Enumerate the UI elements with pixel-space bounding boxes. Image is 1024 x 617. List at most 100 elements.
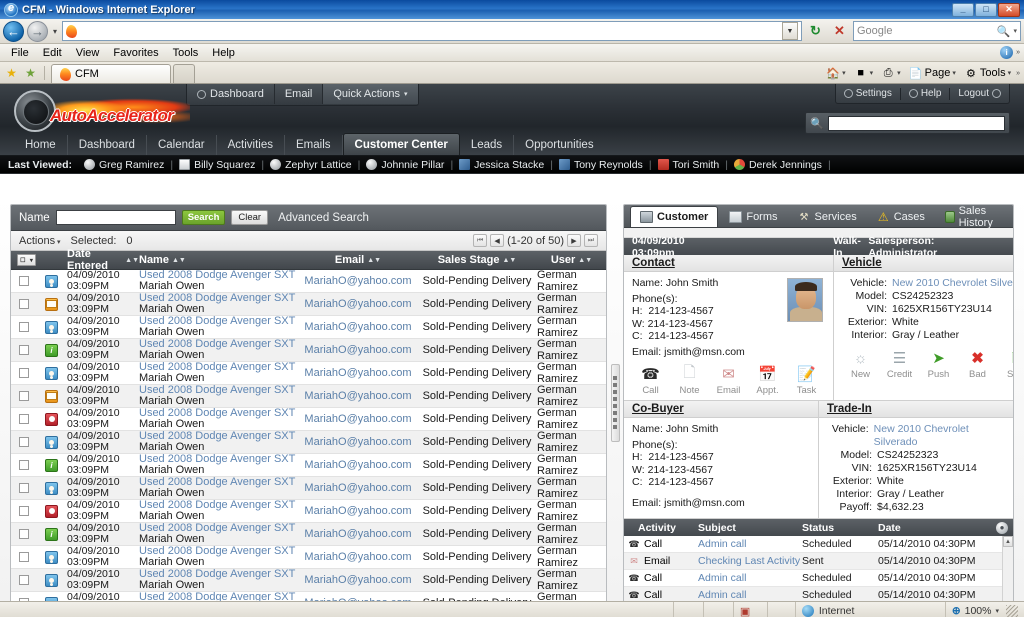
activity-subject-cell[interactable]: Admin call <box>698 589 802 601</box>
activity-subject-cell[interactable]: Checking Last Activity <box>698 555 802 567</box>
logout-button[interactable]: Logout <box>950 85 1009 103</box>
maximize-button[interactable]: □ <box>975 2 997 17</box>
browser-search-input[interactable]: Google 🔍 ▾ <box>853 21 1021 41</box>
clear-button[interactable]: Clear <box>231 210 269 225</box>
row-checkbox[interactable] <box>11 345 45 355</box>
activity-subject-cell[interactable]: Admin call <box>698 538 802 550</box>
activity-column-subject[interactable]: Subject <box>698 522 802 534</box>
row-name-cell[interactable]: Used 2008 Dodge Avenger SXTMariah Owen <box>139 568 299 592</box>
menu-overflow-icon[interactable]: » <box>1016 49 1020 56</box>
last-viewed-item-5[interactable]: Tony Reynolds <box>553 159 649 171</box>
vehicle-action-sold[interactable]: ⚑Sold <box>998 348 1013 380</box>
messenger-icon[interactable]: i <box>1000 46 1014 59</box>
last-viewed-item-0[interactable]: Greg Ramirez <box>78 159 170 171</box>
vehicle-value-0[interactable]: New 2010 Chevrolet Silverado <box>892 277 1013 290</box>
menu-view[interactable]: View <box>69 44 107 62</box>
row-checkbox[interactable] <box>11 299 45 309</box>
column-date-entered[interactable]: Date Entered ▲▼ <box>67 248 139 272</box>
row-name-cell[interactable]: Used 2008 Dodge Avenger SXTMariah Owen <box>139 499 299 523</box>
row-email-cell[interactable]: MariahO@yahoo.com <box>299 367 417 379</box>
row-email-cell[interactable]: MariahO@yahoo.com <box>299 505 417 517</box>
menu-edit[interactable]: Edit <box>36 44 69 62</box>
row-checkbox[interactable] <box>11 483 45 493</box>
column-sales-stage[interactable]: Sales Stage ▲▼ <box>417 254 537 266</box>
row-email-cell[interactable]: MariahO@yahoo.com <box>299 321 417 333</box>
tradein-value-0[interactable]: New 2010 Chevrolet Silverado <box>874 423 1005 449</box>
table-row[interactable]: i 04/09/2010 03:09PM Used 2008 Dodge Avenge… <box>11 453 606 477</box>
tab-customer[interactable]: Customer <box>630 206 719 227</box>
page-menu-button[interactable]: 📄 Page ▾ <box>906 66 959 80</box>
table-row[interactable]: 04/09/201003:09PMUsed 2008 Dodge Avenger… <box>11 270 606 293</box>
sidebar-item-opportunities[interactable]: Opportunities <box>514 135 604 155</box>
row-email-cell[interactable]: MariahO@yahoo.com <box>299 551 417 563</box>
tools-caret-icon[interactable]: ▾ <box>1008 69 1012 77</box>
table-row[interactable]: 04/09/201003:09PMUsed 2008 Dodge Avenger… <box>11 568 606 592</box>
close-button[interactable]: ✕ <box>998 2 1020 17</box>
splitter-grip[interactable] <box>610 363 620 442</box>
new-tab-button[interactable] <box>173 64 195 83</box>
pager-first-button[interactable]: ⏮ <box>473 234 488 247</box>
app-logo[interactable]: AutoAccelerator <box>14 90 190 132</box>
last-viewed-item-4[interactable]: Jessica Stacke <box>453 159 550 171</box>
row-email-cell[interactable]: MariahO@yahoo.com <box>299 597 417 601</box>
table-row[interactable]: 04/09/201003:09PMUsed 2008 Dodge Avenger… <box>11 315 606 339</box>
refresh-icon[interactable]: ↻ <box>805 21 826 42</box>
sidebar-item-emails[interactable]: Emails <box>285 135 343 155</box>
row-name-cell[interactable]: Used 2008 Dodge Avenger SXTMariah Owen <box>139 270 299 293</box>
column-user[interactable]: User ▲▼ <box>537 254 606 266</box>
app-search-input[interactable] <box>827 115 1005 131</box>
sidebar-item-activities[interactable]: Activities <box>217 135 285 155</box>
contact-action-email[interactable]: ✉ Email <box>710 364 747 396</box>
address-dropdown-icon[interactable]: ▼ <box>782 22 798 40</box>
activity-column-status[interactable]: Status <box>802 522 878 534</box>
tools-menu-button[interactable]: ⚙ Tools ▾ <box>961 66 1014 80</box>
sidebar-item-dashboard[interactable]: Dashboard <box>68 135 147 155</box>
activity-row[interactable]: ☎ Call Admin call Scheduled 05/14/2010 04:30… <box>624 570 1013 587</box>
settings-button[interactable]: Settings <box>836 85 900 103</box>
favorites-center-icon[interactable]: ★ <box>4 65 19 80</box>
home-caret-icon[interactable]: ▾ <box>842 69 846 77</box>
forward-button[interactable]: → <box>27 20 48 42</box>
column-name[interactable]: Name ▲▼ <box>139 254 299 266</box>
row-checkbox[interactable] <box>11 368 45 378</box>
row-checkbox[interactable] <box>11 506 45 516</box>
app-search[interactable]: 🔍 <box>805 112 1010 134</box>
row-email-cell[interactable]: MariahO@yahoo.com <box>299 275 417 287</box>
zoom-control[interactable]: ⊕ 100% ▾ <box>946 605 1024 617</box>
row-email-cell[interactable]: MariahO@yahoo.com <box>299 413 417 425</box>
advanced-search-link[interactable]: Advanced Search <box>278 212 369 224</box>
row-name-cell[interactable]: Used 2008 Dodge Avenger SXTMariah Owen <box>139 591 299 601</box>
table-row[interactable]: 04/09/201003:09PMUsed 2008 Dodge Avenger… <box>11 430 606 454</box>
print-caret-icon[interactable]: ▾ <box>897 69 901 77</box>
toolbar-overflow-icon[interactable]: » <box>1016 70 1020 77</box>
select-all-checkbox[interactable]: ☐ ▾ <box>11 254 45 266</box>
last-viewed-item-3[interactable]: Johnnie Pillar <box>360 159 450 171</box>
search-provider-caret-icon[interactable]: ▾ <box>1010 27 1017 35</box>
table-row[interactable]: 04/09/201003:09PMUsed 2008 Dodge Avenger… <box>11 407 606 431</box>
row-checkbox[interactable] <box>11 322 45 332</box>
activity-column-date[interactable]: Date <box>878 522 991 534</box>
resize-grip[interactable] <box>1006 605 1018 617</box>
row-name-cell[interactable]: Used 2008 Dodge Avenger SXTMariah Owen <box>139 545 299 569</box>
sidebar-item-home[interactable]: Home <box>14 135 68 155</box>
table-row[interactable]: 04/09/201003:09PMUsed 2008 Dodge Avenger… <box>11 292 606 316</box>
row-email-cell[interactable]: MariahO@yahoo.com <box>299 528 417 540</box>
activity-subject-cell[interactable]: Admin call <box>698 572 802 584</box>
sidebar-item-customer-center[interactable]: Customer Center <box>342 133 460 155</box>
row-checkbox[interactable] <box>11 414 45 424</box>
actions-menu[interactable]: Actions ▾ <box>19 235 61 247</box>
menu-favorites[interactable]: Favorites <box>106 44 165 62</box>
row-name-cell[interactable]: Used 2008 Dodge Avenger SXTMariah Owen <box>139 522 299 546</box>
feeds-button[interactable]: ■ ▾ <box>851 66 877 80</box>
row-checkbox[interactable] <box>11 598 45 601</box>
pane-splitter[interactable] <box>607 204 623 601</box>
activity-row[interactable]: ☎ Call Admin call Scheduled 05/14/2010 04:30… <box>624 587 1013 601</box>
activity-scrollbar[interactable]: ▲▼ <box>1002 536 1013 601</box>
tab-sales-history[interactable]: Sales History <box>936 205 1013 229</box>
menu-file[interactable]: File <box>4 44 36 62</box>
row-checkbox[interactable] <box>11 460 45 470</box>
tab-forms[interactable]: Forms <box>720 207 786 227</box>
browser-tab-cfm[interactable]: CFM <box>51 64 171 83</box>
last-viewed-item-2[interactable]: Zephyr Lattice <box>264 159 358 171</box>
row-email-cell[interactable]: MariahO@yahoo.com <box>299 574 417 586</box>
